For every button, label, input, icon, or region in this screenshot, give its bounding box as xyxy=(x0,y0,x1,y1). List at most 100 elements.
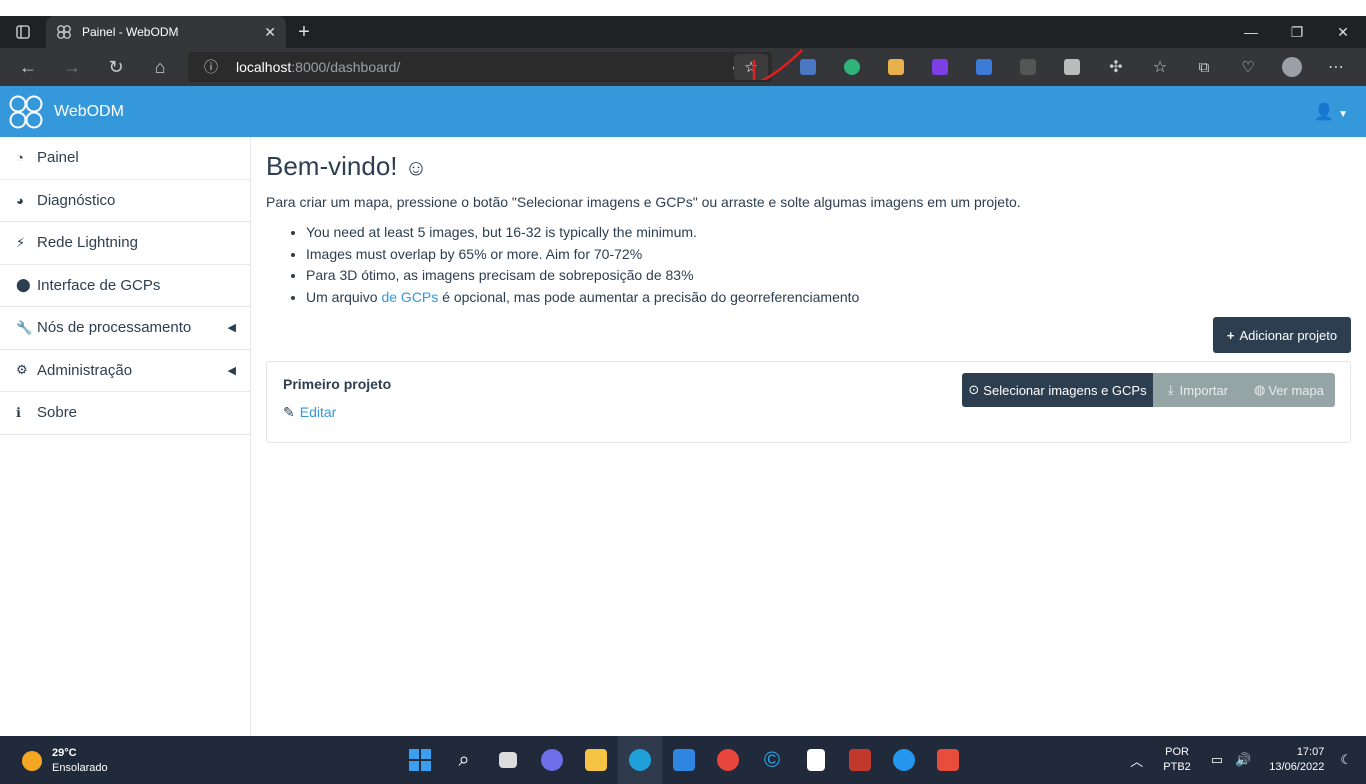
globe-icon: ◍ xyxy=(1254,382,1266,397)
sidebar-item-label: Rede Lightning xyxy=(37,234,138,252)
tab-actions-icon xyxy=(16,25,30,39)
sidebar: ◔ Painel ◕ Diagnóstico ⚡ Rede Lightning … xyxy=(0,137,251,736)
sidebar-item-diagnostico[interactable]: ◕ Diagnóstico xyxy=(0,180,250,222)
lang-top: POR xyxy=(1165,746,1189,758)
new-tab-button[interactable]: + xyxy=(286,16,322,48)
c-app-icon[interactable]: © xyxy=(750,736,794,784)
translator-extension-icon[interactable] xyxy=(962,48,1006,86)
sidebar-item-interface-gcps[interactable]: ⬤ Interface de GCPs xyxy=(0,265,250,307)
sidebar-item-label: Nós de processamento xyxy=(37,319,192,337)
tab-actions-button[interactable] xyxy=(0,16,46,48)
minimize-icon[interactable]: — xyxy=(1228,16,1274,48)
sidebar-item-administracao[interactable]: ⚙ Administração ◀ xyxy=(0,350,250,392)
view-map-button[interactable]: ◍ Ver mapa xyxy=(1243,373,1335,407)
user-menu-button[interactable]: 👤 ▼ xyxy=(1314,102,1348,122)
collections-icon[interactable]: ⧉ xyxy=(1182,48,1226,86)
sidebar-item-sobre[interactable]: ℹ Sobre xyxy=(0,392,250,435)
windows-taskbar: 29°C Ensolarado ⌕ © ︿ POR PTB2 ▭ 🔊 17:07… xyxy=(0,736,1366,784)
select-images-button[interactable]: ⊙ Selecionar imagens e GCPs xyxy=(962,373,1153,407)
app-brand[interactable]: WebODM xyxy=(54,103,124,121)
clock-time: 17:07 xyxy=(1296,746,1325,758)
system-tray: ︿ POR PTB2 ▭ 🔊 17:07 13/06/2022 ☾ xyxy=(1124,736,1366,784)
add-project-button[interactable]: + Adicionar projeto xyxy=(1213,317,1351,353)
screenshot-extension-icon[interactable] xyxy=(1050,48,1094,86)
profile-avatar-icon[interactable] xyxy=(1270,48,1314,86)
import-label: Importar xyxy=(1179,382,1229,398)
import-button[interactable]: ⤓ Importar xyxy=(1153,373,1243,407)
project-name[interactable]: Primeiro projeto xyxy=(283,376,391,392)
language-indicator[interactable]: POR PTB2 xyxy=(1163,745,1191,775)
user-icon: 👤 xyxy=(1314,104,1335,121)
gcp-link[interactable]: de GCPs xyxy=(381,289,438,305)
edit-icon: ✎ xyxy=(283,404,295,420)
settings-menu-icon[interactable]: ⋯ xyxy=(1314,48,1358,86)
upload-icon: ⊙ xyxy=(968,382,980,397)
extensions-puzzle-icon[interactable]: ✣ xyxy=(1094,48,1138,86)
favorites-icon[interactable]: ☆ xyxy=(1138,48,1182,86)
forward-icon[interactable]: → xyxy=(50,48,94,86)
list-item: Um arquivo de GCPs é opcional, mas pode … xyxy=(306,287,1351,309)
sidebar-item-nos-processamento[interactable]: 🔧 Nós de processamento ◀ xyxy=(0,307,250,350)
pie-chart-icon: ◕ xyxy=(16,192,24,208)
chrome-icon[interactable] xyxy=(706,736,750,784)
purple-extension-icon[interactable] xyxy=(918,48,962,86)
sidebar-item-label: Interface de GCPs xyxy=(37,276,161,294)
globe-extension-icon[interactable] xyxy=(830,48,874,86)
screen-top-strip xyxy=(0,0,1366,16)
document-app-icon[interactable] xyxy=(794,736,838,784)
snipping-tool-icon[interactable] xyxy=(926,736,970,784)
volume-icon[interactable]: 🔊 xyxy=(1235,752,1251,768)
moon-icon[interactable]: ☾ xyxy=(1340,752,1352,768)
voicemeeter-icon[interactable] xyxy=(838,736,882,784)
restore-icon[interactable]: ❐ xyxy=(1274,16,1320,48)
close-window-icon[interactable]: ✕ xyxy=(1320,16,1366,48)
start-button[interactable] xyxy=(398,736,442,784)
browser-tab[interactable]: Painel - WebODM ✕ xyxy=(46,16,286,48)
weather-condition: Ensolarado xyxy=(52,762,108,774)
clock-date: 13/06/2022 xyxy=(1269,761,1325,773)
task-view-icon[interactable] xyxy=(486,736,530,784)
select-images-label: Selecionar imagens e GCPs xyxy=(983,382,1147,398)
close-tab-icon[interactable]: ✕ xyxy=(264,24,276,41)
store-icon[interactable] xyxy=(662,736,706,784)
search-icon[interactable]: ⌕ xyxy=(442,736,486,784)
weather-widget[interactable]: 29°C Ensolarado xyxy=(22,746,108,776)
cogs-icon: ⚙ xyxy=(16,362,28,378)
taskbar-apps: ⌕ © xyxy=(398,736,970,784)
bolt-icon: ⚡ xyxy=(16,234,26,250)
clock[interactable]: 17:07 13/06/2022 xyxy=(1269,745,1324,775)
chevron-up-icon[interactable]: ︿ xyxy=(1130,751,1143,770)
site-info-icon[interactable]: ⓘ xyxy=(204,57,236,77)
windows-logo-icon xyxy=(409,749,431,771)
sidebar-item-painel[interactable]: ◔ Painel xyxy=(0,137,250,180)
sidebar-item-label: Painel xyxy=(37,149,79,167)
display-icon[interactable]: ▭ xyxy=(1211,752,1223,768)
address-bar[interactable]: ⓘ localhost:8000/dashboard/ ⚷ A xyxy=(188,52,772,82)
reload-icon[interactable]: ↻ xyxy=(94,48,138,86)
smiley-icon: ☺ xyxy=(404,155,428,180)
app-header: WebODM 👤 ▼ xyxy=(0,86,1366,137)
home-icon[interactable]: ⌂ xyxy=(138,48,182,86)
tab-title: Painel - WebODM xyxy=(82,25,179,39)
sidebar-item-rede-lightning[interactable]: ⚡ Rede Lightning xyxy=(0,222,250,265)
window-controls: — ❐ ✕ xyxy=(1228,16,1366,48)
more-dots-extension-icon[interactable] xyxy=(1006,48,1050,86)
image-extension-icon[interactable] xyxy=(874,48,918,86)
caret-down-icon: ▼ xyxy=(1338,109,1348,120)
back-icon[interactable]: ← xyxy=(6,48,50,86)
list-item: Images must overlap by 65% or more. Aim … xyxy=(306,244,1351,266)
performance-icon[interactable]: ♡ xyxy=(1226,48,1270,86)
map-marker-icon: ⬤ xyxy=(16,277,31,293)
chat-icon[interactable] xyxy=(530,736,574,784)
view-map-label: Ver mapa xyxy=(1268,382,1324,398)
chevron-left-icon: ◀ xyxy=(227,364,236,377)
docker-icon[interactable] xyxy=(882,736,926,784)
dashboard-icon: ◔ xyxy=(16,150,24,166)
sidebar-item-label: Administração xyxy=(37,361,133,379)
temperature: 29°C xyxy=(52,747,77,759)
add-project-label: Adicionar projeto xyxy=(1239,327,1338,343)
edge-browser-icon[interactable] xyxy=(618,736,662,784)
webodm-logo-icon[interactable] xyxy=(8,94,44,130)
edit-project-link[interactable]: ✎ Editar xyxy=(283,404,336,421)
file-explorer-icon[interactable] xyxy=(574,736,618,784)
